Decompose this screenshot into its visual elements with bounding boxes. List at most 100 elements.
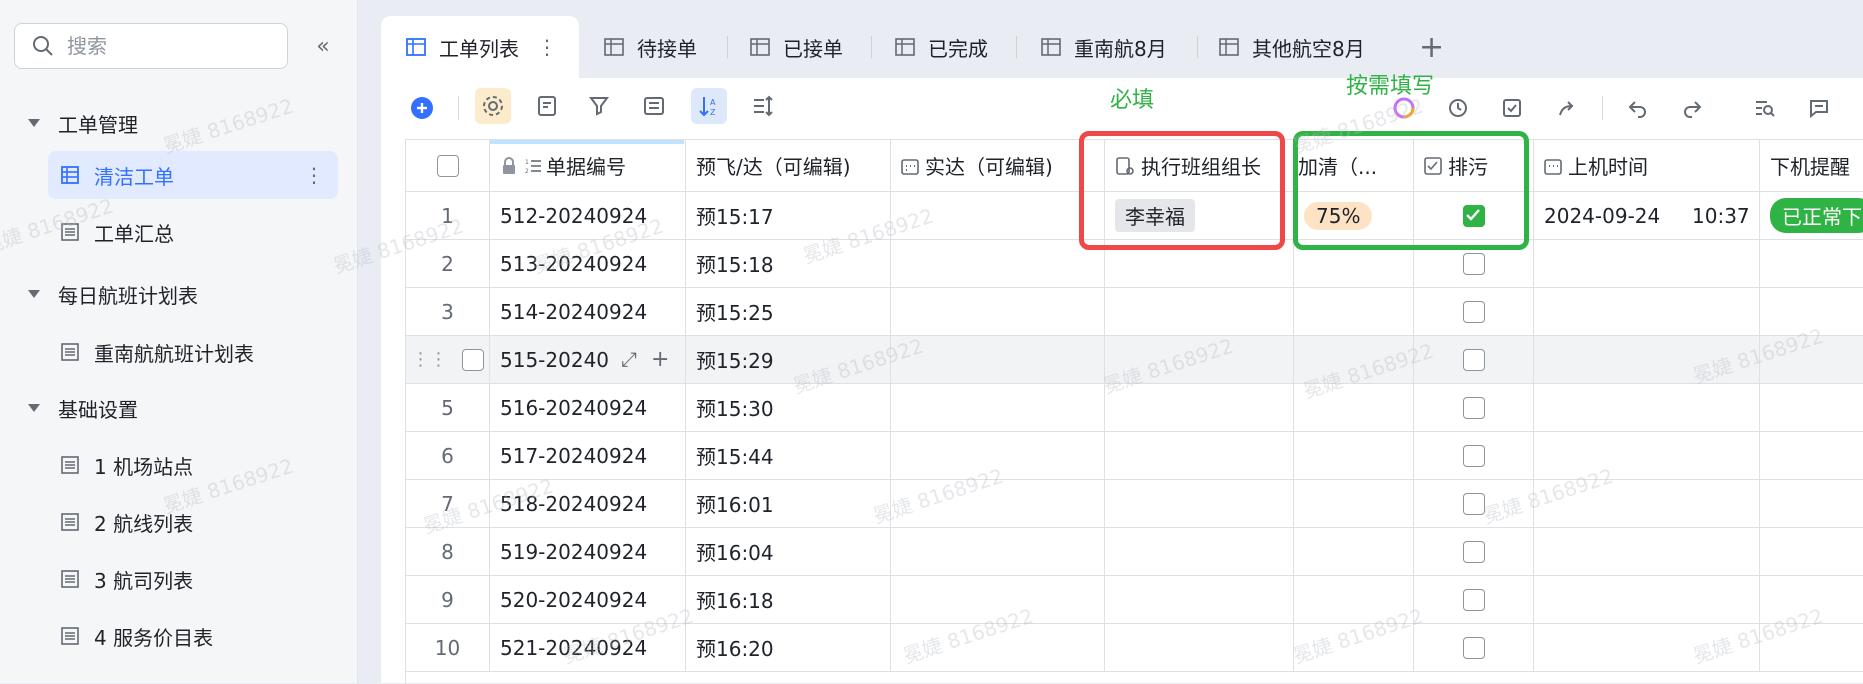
sewage-checkbox[interactable] bbox=[1462, 444, 1485, 467]
table-cell-leader[interactable] bbox=[1105, 288, 1294, 336]
sidebar-item-airlines[interactable]: 3 航司列表 bbox=[48, 555, 338, 603]
sidebar-item-cleaning-order[interactable]: 清洁工单 ⋮ bbox=[48, 151, 338, 199]
table-cell-actual[interactable] bbox=[891, 528, 1105, 576]
sewage-checkbox[interactable] bbox=[1462, 540, 1485, 563]
table-cell-checked[interactable] bbox=[1414, 528, 1534, 576]
collapse-sidebar-icon[interactable]: « bbox=[310, 33, 336, 59]
table-cell-num[interactable]: 1 bbox=[406, 192, 490, 240]
table-cell-id[interactable]: 517-20240924 bbox=[490, 432, 686, 480]
drag-handle-icon[interactable]: ⋮⋮ bbox=[412, 349, 448, 370]
expand-record-icon[interactable]: ⤢ bbox=[621, 347, 637, 371]
table-cell-on_time[interactable] bbox=[1534, 480, 1760, 528]
nav-group-basic-settings[interactable]: 基础设置 bbox=[28, 384, 328, 432]
table-cell-num[interactable]: 8 bbox=[406, 528, 490, 576]
filter-icon[interactable] bbox=[582, 88, 618, 124]
more-options-icon[interactable]: ⋮ bbox=[304, 163, 324, 187]
table-cell-id[interactable]: 518-20240924 bbox=[490, 480, 686, 528]
nav-group-daily-flight-plan[interactable]: 每日航班计划表 bbox=[28, 270, 328, 318]
column-header-order-id[interactable]: 12 单据编号 bbox=[490, 140, 686, 192]
ai-assistant-icon[interactable] bbox=[1386, 90, 1422, 126]
row-height-icon[interactable] bbox=[745, 88, 781, 124]
column-header-eta[interactable]: 预飞/达（可编辑) bbox=[686, 140, 891, 192]
column-header-sewage[interactable]: 排污 bbox=[1414, 140, 1534, 192]
sewage-checkbox[interactable] bbox=[1462, 396, 1485, 419]
table-cell-num[interactable]: 5 bbox=[406, 384, 490, 432]
table-cell-eta[interactable]: 预16:18 bbox=[686, 576, 891, 624]
add-record-icon[interactable] bbox=[404, 90, 440, 126]
table-cell-leader[interactable] bbox=[1105, 480, 1294, 528]
table-cell-status[interactable] bbox=[1760, 624, 1863, 672]
undo-icon[interactable] bbox=[1620, 90, 1656, 126]
table-cell-status[interactable] bbox=[1760, 336, 1863, 384]
column-header-boarding-time[interactable]: 上机时间 bbox=[1534, 140, 1760, 192]
table-cell-checked[interactable] bbox=[1414, 576, 1534, 624]
table-cell-num[interactable]: 2 bbox=[406, 240, 490, 288]
table-cell-extra[interactable] bbox=[1294, 528, 1414, 576]
column-header-extra-clean[interactable]: 加清（... bbox=[1294, 140, 1414, 192]
table-cell-on_time[interactable] bbox=[1534, 240, 1760, 288]
table-cell-on_time[interactable]: 2024-09-24 10:37 bbox=[1534, 192, 1760, 240]
table-cell-id[interactable]: 512-20240924 bbox=[490, 192, 686, 240]
table-cell-status[interactable] bbox=[1760, 528, 1863, 576]
table-cell-status[interactable] bbox=[1760, 384, 1863, 432]
table-cell-eta[interactable]: 预15:25 bbox=[686, 288, 891, 336]
table-cell-leader[interactable] bbox=[1105, 384, 1294, 432]
add-view-icon[interactable]: + bbox=[1419, 30, 1444, 65]
column-header-team-leader[interactable]: 执行班组组长 bbox=[1105, 140, 1294, 192]
insert-row-icon[interactable]: + bbox=[651, 347, 669, 372]
sewage-checkbox[interactable] bbox=[1462, 588, 1485, 611]
table-cell-actual[interactable] bbox=[891, 192, 1105, 240]
table-cell-eta[interactable]: 预16:20 bbox=[686, 624, 891, 672]
table-cell-eta[interactable]: 预15:18 bbox=[686, 240, 891, 288]
table-cell-eta[interactable]: 预15:30 bbox=[686, 384, 891, 432]
form-fields-icon[interactable] bbox=[530, 88, 566, 124]
tab-china-southern-aug[interactable]: 重南航8月 bbox=[1040, 16, 1167, 78]
sewage-checkbox[interactable] bbox=[1462, 252, 1485, 275]
table-cell-checked[interactable] bbox=[1414, 624, 1534, 672]
table-cell-on_time[interactable] bbox=[1534, 288, 1760, 336]
table-cell-on_time[interactable] bbox=[1534, 384, 1760, 432]
table-cell-checked[interactable] bbox=[1414, 336, 1534, 384]
table-cell-leader[interactable]: 李幸福 bbox=[1105, 192, 1294, 240]
table-cell-leader[interactable] bbox=[1105, 336, 1294, 384]
table-cell-checked[interactable] bbox=[1414, 384, 1534, 432]
nav-group-order-management[interactable]: 工单管理 bbox=[28, 99, 328, 147]
tab-pending[interactable]: 待接单 bbox=[603, 16, 697, 78]
table-cell-eta[interactable]: 预16:01 bbox=[686, 480, 891, 528]
table-cell-num[interactable]: ⋮⋮ bbox=[406, 336, 490, 384]
table-cell-checked[interactable] bbox=[1414, 192, 1534, 240]
table-cell-id[interactable]: 515-20240 ⤢ + bbox=[490, 336, 686, 384]
table-cell-checked[interactable] bbox=[1414, 288, 1534, 336]
search-box[interactable] bbox=[14, 23, 288, 69]
sewage-checkbox[interactable] bbox=[1462, 300, 1485, 323]
settings-gear-icon[interactable] bbox=[475, 88, 511, 124]
row-checkbox[interactable] bbox=[461, 348, 484, 371]
select-all-checkbox[interactable] bbox=[436, 154, 459, 177]
table-cell-on_time[interactable] bbox=[1534, 432, 1760, 480]
table-cell-extra[interactable] bbox=[1294, 432, 1414, 480]
table-cell-leader[interactable] bbox=[1105, 624, 1294, 672]
table-cell-status[interactable] bbox=[1760, 480, 1863, 528]
table-cell-status[interactable] bbox=[1760, 288, 1863, 336]
table-cell-extra[interactable] bbox=[1294, 384, 1414, 432]
table-cell-actual[interactable] bbox=[891, 432, 1105, 480]
table-cell-status[interactable] bbox=[1760, 240, 1863, 288]
table-cell-on_time[interactable] bbox=[1534, 336, 1760, 384]
table-cell-id[interactable]: 519-20240924 bbox=[490, 528, 686, 576]
sort-icon[interactable]: AZ bbox=[691, 88, 727, 124]
table-cell-status[interactable]: 已正常下 bbox=[1760, 192, 1863, 240]
table-cell-extra[interactable]: 75% bbox=[1294, 192, 1414, 240]
table-cell-num[interactable]: 10 bbox=[406, 624, 490, 672]
table-cell-extra[interactable] bbox=[1294, 240, 1414, 288]
table-cell-on_time[interactable] bbox=[1534, 528, 1760, 576]
table-cell-eta[interactable]: 预15:29 bbox=[686, 336, 891, 384]
tab-accepted[interactable]: 已接单 bbox=[749, 16, 843, 78]
column-header-alighting-reminder[interactable]: 下机提醒 bbox=[1760, 140, 1863, 192]
table-cell-leader[interactable] bbox=[1105, 240, 1294, 288]
sidebar-item-order-summary[interactable]: 工单汇总 bbox=[48, 208, 338, 256]
table-cell-id[interactable]: 516-20240924 bbox=[490, 384, 686, 432]
table-cell-eta[interactable]: 预16:04 bbox=[686, 528, 891, 576]
table-cell-actual[interactable] bbox=[891, 624, 1105, 672]
table-cell-actual[interactable] bbox=[891, 288, 1105, 336]
table-cell-leader[interactable] bbox=[1105, 432, 1294, 480]
